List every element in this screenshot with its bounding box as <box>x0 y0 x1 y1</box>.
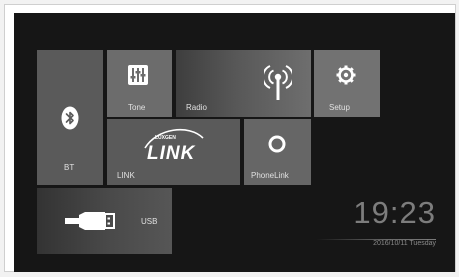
link-logo-small-text: LUXGEN <box>155 135 176 141</box>
setup-tile[interactable]: Setup <box>314 50 380 117</box>
equalizer-icon <box>128 65 148 85</box>
phonelink-label: PhoneLink <box>251 171 289 180</box>
ring-icon <box>268 135 286 153</box>
clock-date: 2016/10/11 Tuesday <box>373 240 436 247</box>
link-tile[interactable]: LUXGEN LINK LINK <box>107 119 240 185</box>
device-frame: BT Tone Radio Setup LUXGEN LINK LINK Pho… <box>4 4 456 272</box>
setup-label: Setup <box>329 103 350 112</box>
gear-icon <box>336 65 356 85</box>
bt-label: BT <box>64 163 75 172</box>
radio-antenna-icon <box>264 65 292 100</box>
tone-tile[interactable]: Tone <box>107 50 172 117</box>
bt-tile[interactable]: BT <box>37 50 103 185</box>
usb-label: USB <box>141 217 158 226</box>
link-logo-text: LINK <box>147 143 196 164</box>
clock-time: 19:23 <box>353 195 436 230</box>
tone-label: Tone <box>128 103 146 112</box>
radio-label: Radio <box>186 103 207 112</box>
link-logo: LUXGEN LINK <box>144 129 204 164</box>
phonelink-tile[interactable]: PhoneLink <box>244 119 311 185</box>
bluetooth-icon <box>61 106 79 130</box>
home-screen: BT Tone Radio Setup LUXGEN LINK LINK Pho… <box>14 13 455 272</box>
usb-tile[interactable]: USB <box>37 188 172 254</box>
usb-plug-icon <box>65 212 115 230</box>
radio-tile[interactable]: Radio <box>176 50 311 117</box>
link-label: LINK <box>117 171 135 180</box>
